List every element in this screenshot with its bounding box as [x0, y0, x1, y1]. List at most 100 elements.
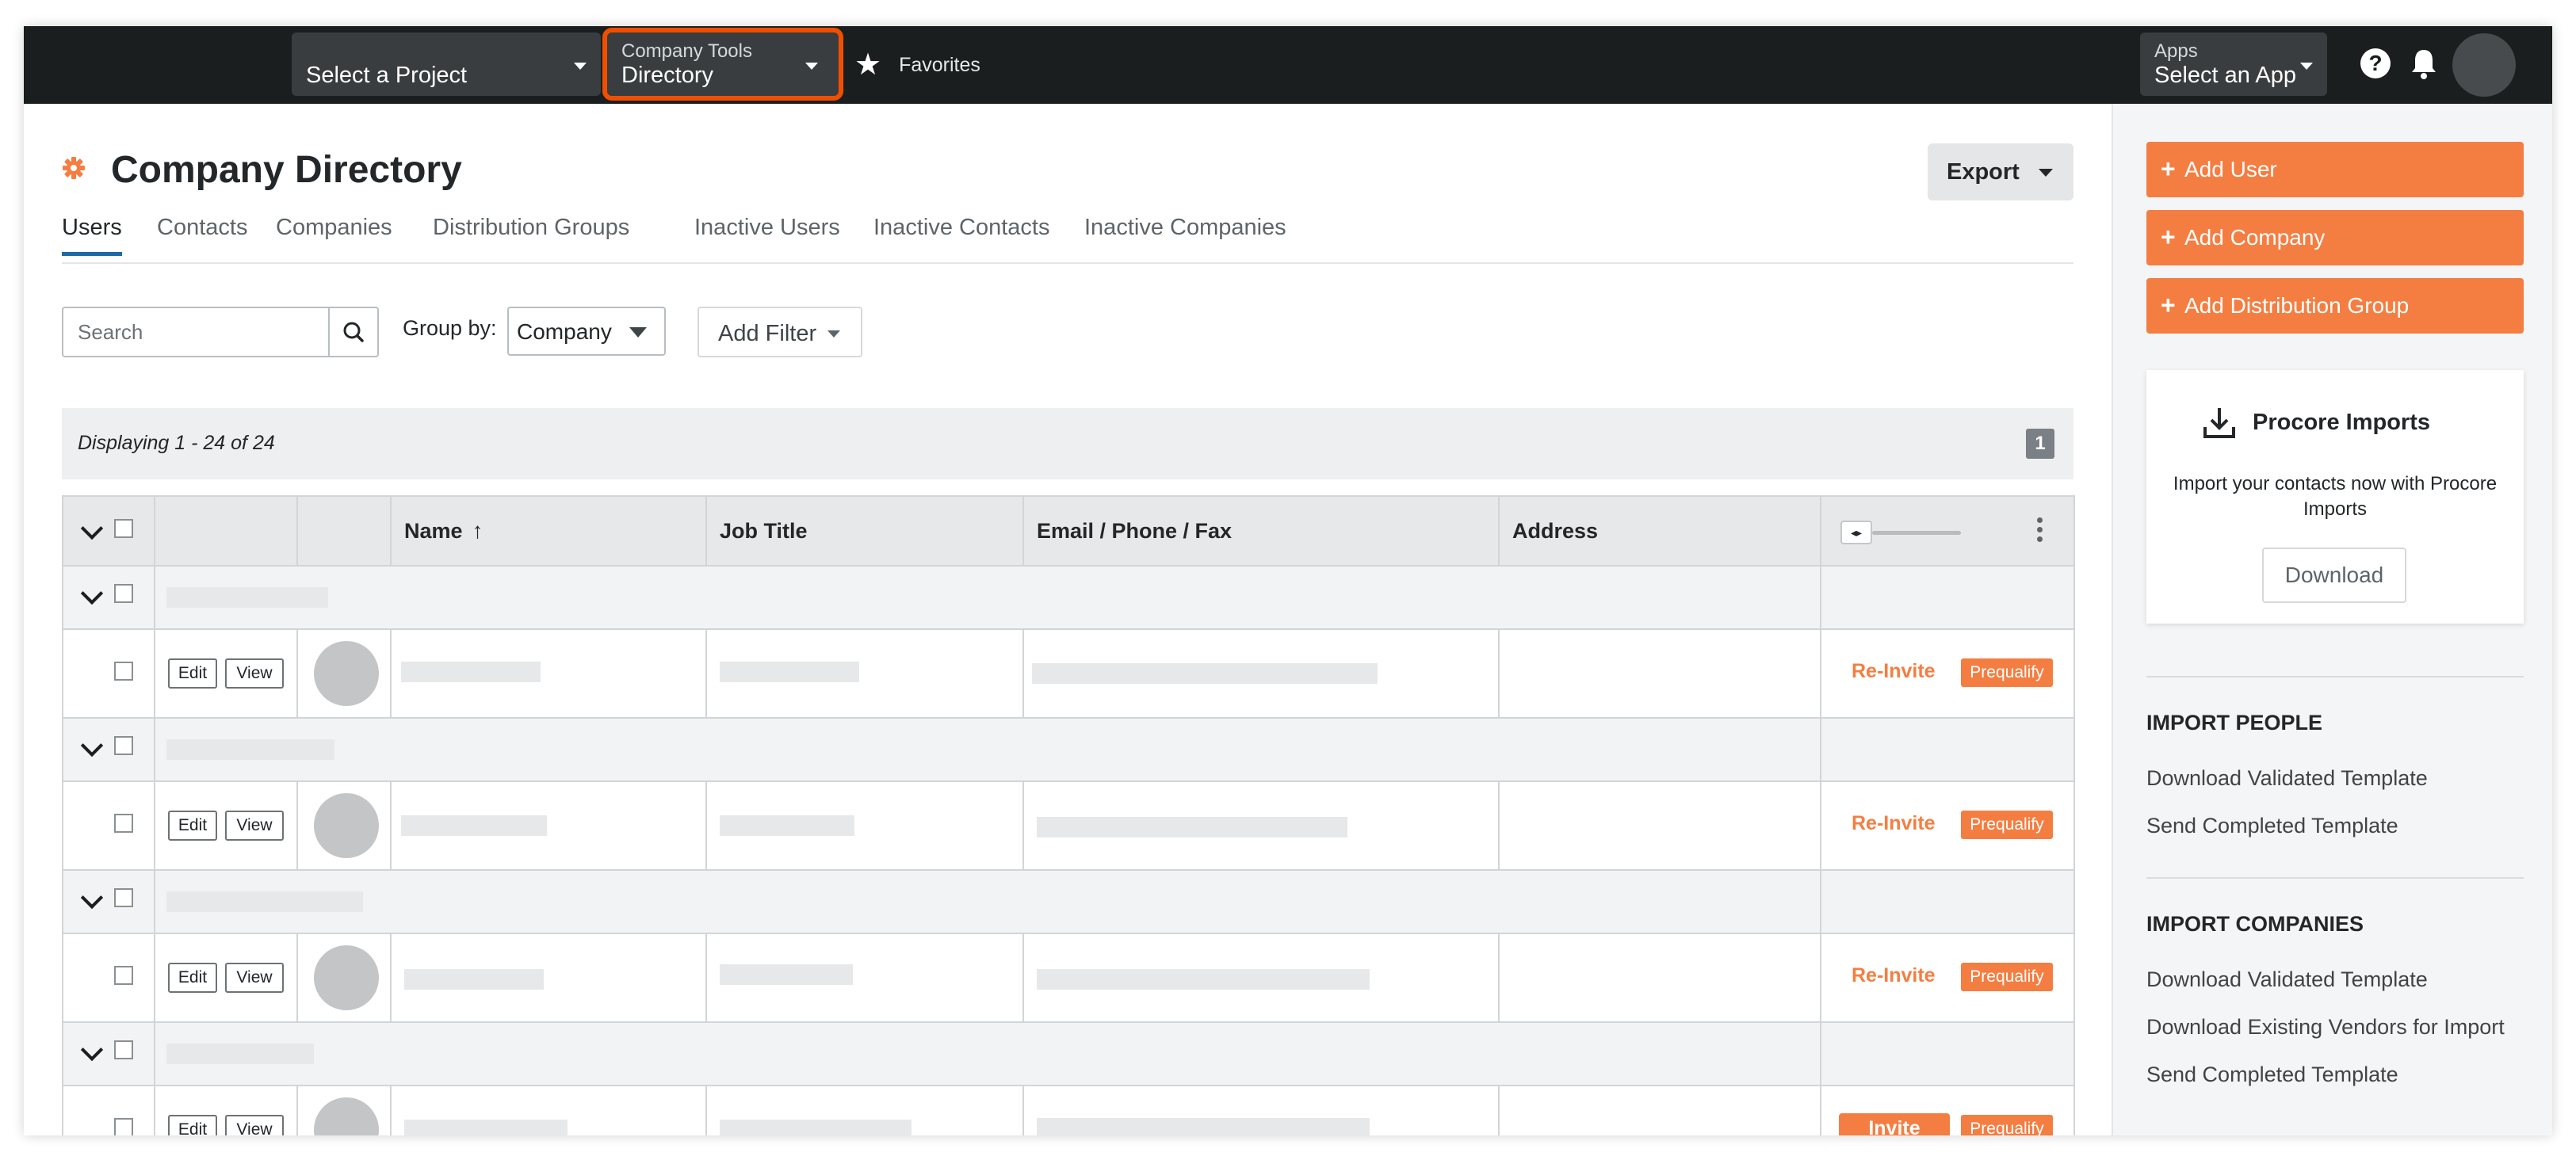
search-button[interactable] — [328, 308, 377, 356]
user-avatar[interactable] — [2452, 33, 2516, 97]
table-row: Edit View Invite Prequalify — [62, 1085, 2075, 1135]
company-tools-label: Company Tools — [621, 40, 752, 62]
prequalify-button[interactable]: Prequalify — [1961, 963, 2053, 991]
tab-inactive-contacts[interactable]: Inactive Contacts — [873, 215, 1049, 252]
export-label: Export — [1947, 159, 2020, 185]
group-select-cell — [62, 717, 155, 782]
table-row: Edit View Re-Invite Prequalify — [62, 780, 2075, 871]
company-tools-select[interactable]: Company Tools Directory — [602, 28, 843, 101]
download-button[interactable]: Download — [2262, 548, 2406, 603]
tab-distribution-groups[interactable]: Distribution Groups — [433, 215, 629, 252]
search-input[interactable] — [63, 308, 330, 356]
row-checkbox[interactable] — [114, 966, 133, 985]
chevron-down-icon[interactable] — [80, 517, 104, 540]
column-header-name[interactable]: Name ↑ — [390, 495, 707, 567]
group-checkbox[interactable] — [114, 1040, 133, 1059]
group-by-select[interactable]: Company — [507, 307, 666, 356]
view-button[interactable]: View — [225, 963, 284, 993]
group-select-cell — [62, 869, 155, 934]
group-checkbox[interactable] — [114, 888, 133, 907]
view-button[interactable]: View — [225, 811, 284, 841]
chevron-down-icon[interactable] — [80, 886, 104, 910]
prequalify-button[interactable]: Prequalify — [1961, 811, 2053, 839]
column-width-slider[interactable] — [1872, 531, 1961, 535]
prequalify-button[interactable]: Prequalify — [1961, 658, 2053, 687]
group-checkbox[interactable] — [114, 584, 133, 603]
re-invite-link[interactable]: Re-Invite — [1852, 660, 1936, 683]
chevron-down-icon[interactable] — [80, 582, 104, 605]
add-filter-button[interactable]: Add Filter — [698, 307, 862, 357]
divider — [2146, 676, 2524, 677]
row-checkbox[interactable] — [114, 1118, 133, 1135]
column-header-address[interactable]: Address — [1498, 495, 1821, 567]
edit-button[interactable]: Edit — [168, 811, 217, 841]
tab-companies[interactable]: Companies — [276, 215, 392, 252]
header-actions-cell — [154, 495, 298, 567]
re-invite-link[interactable]: Re-Invite — [1852, 964, 1936, 987]
tab-contacts[interactable]: Contacts — [157, 215, 247, 252]
group-by-label: Group by: — [403, 316, 497, 340]
add-company-button[interactable]: + Add Company — [2146, 210, 2524, 265]
select-all-checkbox[interactable] — [114, 519, 133, 538]
email-placeholder — [1037, 1118, 1370, 1135]
add-filter-label: Add Filter — [718, 321, 817, 346]
right-sidebar: + Add User + Add Company + Add Distribut… — [2112, 104, 2552, 1135]
directory-table: Name ↑ Job Title Email / Phone / Fax Addr… — [62, 495, 2075, 1135]
chevron-down-icon[interactable] — [80, 734, 104, 757]
group-action-cell — [1820, 1021, 2075, 1086]
row-checkbox[interactable] — [114, 814, 133, 833]
edit-button[interactable]: Edit — [168, 963, 217, 993]
edit-button[interactable]: Edit — [168, 658, 217, 689]
column-header-email[interactable]: Email / Phone / Fax — [1022, 495, 1500, 567]
re-invite-link[interactable]: Re-Invite — [1852, 812, 1936, 835]
bell-icon[interactable] — [2408, 47, 2440, 80]
tab-inactive-users[interactable]: Inactive Users — [694, 215, 840, 252]
group-title-cell — [154, 717, 1821, 782]
invite-button[interactable]: Invite — [1839, 1113, 1950, 1135]
email-cell — [1022, 1085, 1500, 1135]
group-by-value: Company — [517, 319, 612, 344]
more-options-icon[interactable] — [2035, 517, 2043, 548]
project-select[interactable]: Select a Project — [292, 32, 601, 96]
row-checkbox[interactable] — [114, 662, 133, 681]
help-icon[interactable]: ? — [2360, 48, 2391, 78]
name-cell — [390, 628, 707, 719]
group-checkbox[interactable] — [114, 736, 133, 755]
favorites-button[interactable]: ★ Favorites — [854, 50, 980, 80]
chevron-down-icon[interactable] — [80, 1038, 104, 1062]
tab-inactive-companies[interactable]: Inactive Companies — [1084, 215, 1286, 252]
company-name-placeholder — [166, 891, 363, 912]
export-button[interactable]: Export — [1928, 143, 2073, 200]
row-avatar-cell — [296, 933, 392, 1023]
import-companies-heading: IMPORT COMPANIES — [2146, 912, 2364, 936]
page-number[interactable]: 1 — [2026, 429, 2054, 459]
download-existing-vendors-link[interactable]: Download Existing Vendors for Import — [2146, 1015, 2505, 1040]
row-avatar-cell — [296, 780, 392, 871]
results-count: Displaying 1 - 24 of 24 — [78, 432, 275, 454]
plus-icon: + — [2161, 223, 2176, 251]
download-validated-template-link[interactable]: Download Validated Template — [2146, 766, 2428, 791]
favorites-label: Favorites — [899, 53, 980, 76]
view-button[interactable]: View — [225, 658, 284, 689]
top-nav-bar: Select a Project Company Tools Directory… — [24, 26, 2552, 104]
apps-select[interactable]: Apps Select an App — [2140, 32, 2327, 96]
send-completed-template-link[interactable]: Send Completed Template — [2146, 814, 2398, 838]
avatar — [314, 1097, 379, 1135]
job-title-cell — [705, 1085, 1024, 1135]
add-distribution-group-button[interactable]: + Add Distribution Group — [2146, 278, 2524, 334]
tab-users[interactable]: Users — [62, 215, 122, 256]
apps-select-value: Select an App — [2154, 63, 2296, 88]
job-title-placeholder — [720, 815, 854, 836]
send-completed-template-link[interactable]: Send Completed Template — [2146, 1063, 2398, 1087]
company-group-row — [62, 869, 2075, 934]
row-avatar-cell — [296, 628, 392, 719]
column-resize-icon[interactable]: ◂▸ — [1840, 521, 1872, 544]
add-user-button[interactable]: + Add User — [2146, 142, 2524, 197]
email-placeholder — [1037, 969, 1370, 990]
download-validated-template-link[interactable]: Download Validated Template — [2146, 967, 2428, 992]
edit-button[interactable]: Edit — [168, 1115, 217, 1135]
view-button[interactable]: View — [225, 1115, 284, 1135]
name-placeholder — [404, 1120, 568, 1135]
column-header-job-title[interactable]: Job Title — [705, 495, 1024, 567]
prequalify-button[interactable]: Prequalify — [1961, 1115, 2053, 1135]
